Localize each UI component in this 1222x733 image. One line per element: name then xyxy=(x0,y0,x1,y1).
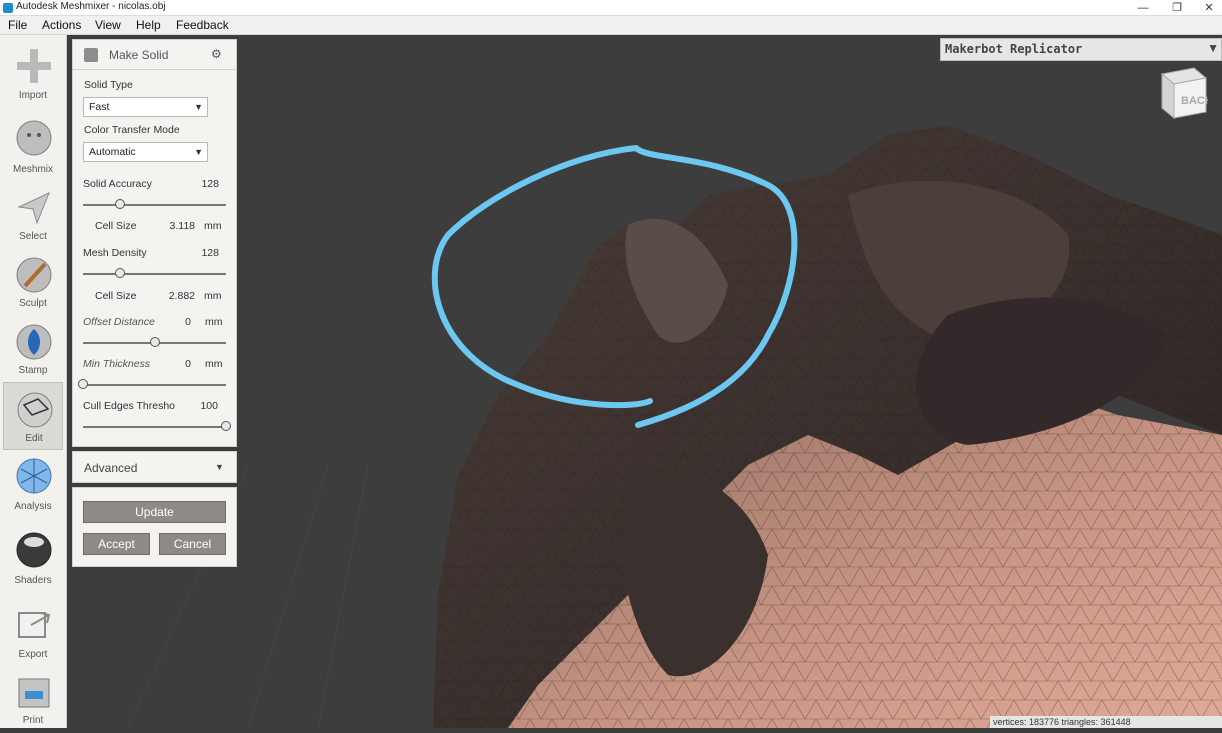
menu-actions[interactable]: Actions xyxy=(42,18,81,32)
tool-sculpt-label: Sculpt xyxy=(19,298,47,309)
cull-edges-label: Cull Edges Thresho xyxy=(83,400,176,412)
mesh-density-slider[interactable] xyxy=(83,273,226,275)
tool-select[interactable]: Select xyxy=(3,181,63,249)
tool-export[interactable]: Export xyxy=(3,597,63,665)
cell-size-2-unit: mm xyxy=(204,290,222,302)
offset-distance-slider-handle[interactable] xyxy=(149,337,160,347)
title-bar: Autodesk Meshmixer - nicolas.obj — ❐ ✕ xyxy=(0,0,1222,16)
tool-shaders[interactable]: Shaders xyxy=(3,523,63,591)
action-buttons: Update Accept Cancel xyxy=(72,487,237,567)
min-thickness-label: Min Thickness xyxy=(83,358,151,370)
maximize-button[interactable]: ❐ xyxy=(1162,0,1192,16)
mesh-render xyxy=(127,125,1222,728)
solid-type-value: Fast xyxy=(89,101,110,113)
menu-view[interactable]: View xyxy=(95,18,121,32)
offset-distance-label: Offset Distance xyxy=(83,316,155,328)
tool-import[interactable]: Import xyxy=(3,39,63,107)
solid-accuracy-slider-handle[interactable] xyxy=(115,199,126,209)
edit-sphere-icon xyxy=(17,392,53,428)
printer-icon xyxy=(18,678,50,708)
min-thickness-value: 0 xyxy=(185,358,191,370)
tool-import-label: Import xyxy=(18,90,48,101)
menu-feedback[interactable]: Feedback xyxy=(176,18,229,32)
gear-icon[interactable]: ⚙ xyxy=(211,47,222,61)
minimize-button[interactable]: — xyxy=(1128,0,1158,16)
chevron-down-icon: ▼ xyxy=(215,462,224,472)
min-thickness-slider[interactable] xyxy=(83,384,226,386)
printer-select[interactable]: Makerbot Replicator ▼ xyxy=(940,38,1222,61)
solid-type-select[interactable]: Fast ▼ xyxy=(83,97,208,117)
close-button[interactable]: ✕ xyxy=(1194,0,1222,16)
solid-accuracy-slider[interactable] xyxy=(83,204,226,206)
tool-edit[interactable]: Edit xyxy=(3,382,63,450)
mesh-density-value: 128 xyxy=(201,247,219,259)
tool-analysis[interactable]: Analysis xyxy=(3,449,63,517)
cube-icon xyxy=(84,48,98,62)
chevron-down-icon: ▼ xyxy=(194,147,203,157)
analysis-sphere-icon xyxy=(16,458,52,494)
cull-edges-value: 100 xyxy=(200,400,218,412)
color-mode-value: Automatic xyxy=(89,146,136,158)
cull-edges-slider-handle[interactable] xyxy=(221,421,231,431)
make-solid-panel: Make Solid ⚙ Solid Type Fast ▼ Color Tra… xyxy=(72,39,237,447)
view-cube-label: BACK xyxy=(1181,95,1208,107)
cell-size-2-value: 2.882 xyxy=(168,290,195,302)
left-toolbar: Import Meshmix Select Sculpt Stamp Edit xyxy=(0,35,67,728)
shader-sphere-icon xyxy=(16,532,52,568)
plus-icon xyxy=(17,49,51,83)
app-icon xyxy=(3,3,13,13)
stamp-icon xyxy=(16,324,52,360)
mesh-stats: vertices: 183776 triangles: 361448 xyxy=(990,716,1222,728)
bunny-icon xyxy=(16,120,52,156)
tool-sculpt[interactable]: Sculpt xyxy=(3,248,63,316)
tool-select-label: Select xyxy=(19,231,47,242)
tool-print-label: Print xyxy=(22,715,44,726)
tool-export-label: Export xyxy=(18,649,48,660)
tool-meshmix-label: Meshmix xyxy=(12,164,53,175)
min-thickness-unit: mm xyxy=(205,358,223,370)
advanced-label: Advanced xyxy=(84,461,138,475)
mesh-density-slider-handle[interactable] xyxy=(115,268,126,278)
solid-accuracy-label: Solid Accuracy xyxy=(83,178,152,190)
window-title: Autodesk Meshmixer - nicolas.obj xyxy=(16,1,166,12)
cell-size-1-unit: mm xyxy=(204,220,222,232)
panel-title: Make Solid xyxy=(109,48,169,62)
chevron-down-icon: ▼ xyxy=(194,102,203,112)
solid-type-label: Solid Type xyxy=(84,79,133,91)
menu-help[interactable]: Help xyxy=(136,18,161,32)
chevron-down-icon: ▼ xyxy=(1207,41,1219,55)
printer-name: Makerbot Replicator xyxy=(945,42,1083,56)
cell-size-1-value: 3.118 xyxy=(169,220,196,232)
view-cube[interactable]: BACK xyxy=(1150,64,1213,120)
arrow-cursor-icon xyxy=(17,192,50,225)
tool-stamp-label: Stamp xyxy=(18,365,48,376)
tool-analysis-label: Analysis xyxy=(14,501,52,512)
menu-bar: File Actions View Help Feedback xyxy=(0,16,1222,35)
cell-size-2-label: Cell Size xyxy=(95,290,137,302)
cull-edges-slider[interactable] xyxy=(83,426,226,428)
cell-size-1-label: Cell Size xyxy=(95,220,137,232)
export-icon xyxy=(18,612,51,638)
color-mode-select[interactable]: Automatic ▼ xyxy=(83,142,208,162)
tool-meshmix[interactable]: Meshmix xyxy=(3,111,63,179)
brush-icon xyxy=(16,257,52,293)
tool-shaders-label: Shaders xyxy=(14,575,52,586)
update-button[interactable]: Update xyxy=(83,501,226,523)
panel-header: Make Solid ⚙ xyxy=(73,40,236,70)
color-mode-label: Color Transfer Mode xyxy=(84,124,180,136)
menu-file[interactable]: File xyxy=(8,18,27,32)
offset-distance-unit: mm xyxy=(205,316,223,328)
tool-stamp[interactable]: Stamp xyxy=(3,315,63,383)
tool-edit-label: Edit xyxy=(25,433,43,444)
cancel-button[interactable]: Cancel xyxy=(159,533,226,555)
mesh-density-label: Mesh Density xyxy=(83,247,147,259)
3d-viewport[interactable]: Makerbot Replicator ▼ BACK vertices: 183… xyxy=(68,35,1222,728)
offset-distance-value: 0 xyxy=(185,316,191,328)
accept-button[interactable]: Accept xyxy=(83,533,150,555)
min-thickness-slider-handle[interactable] xyxy=(78,379,88,389)
tool-print[interactable]: Print xyxy=(3,665,63,733)
advanced-section[interactable]: Advanced ▼ xyxy=(72,451,237,483)
solid-accuracy-value: 128 xyxy=(201,178,219,190)
